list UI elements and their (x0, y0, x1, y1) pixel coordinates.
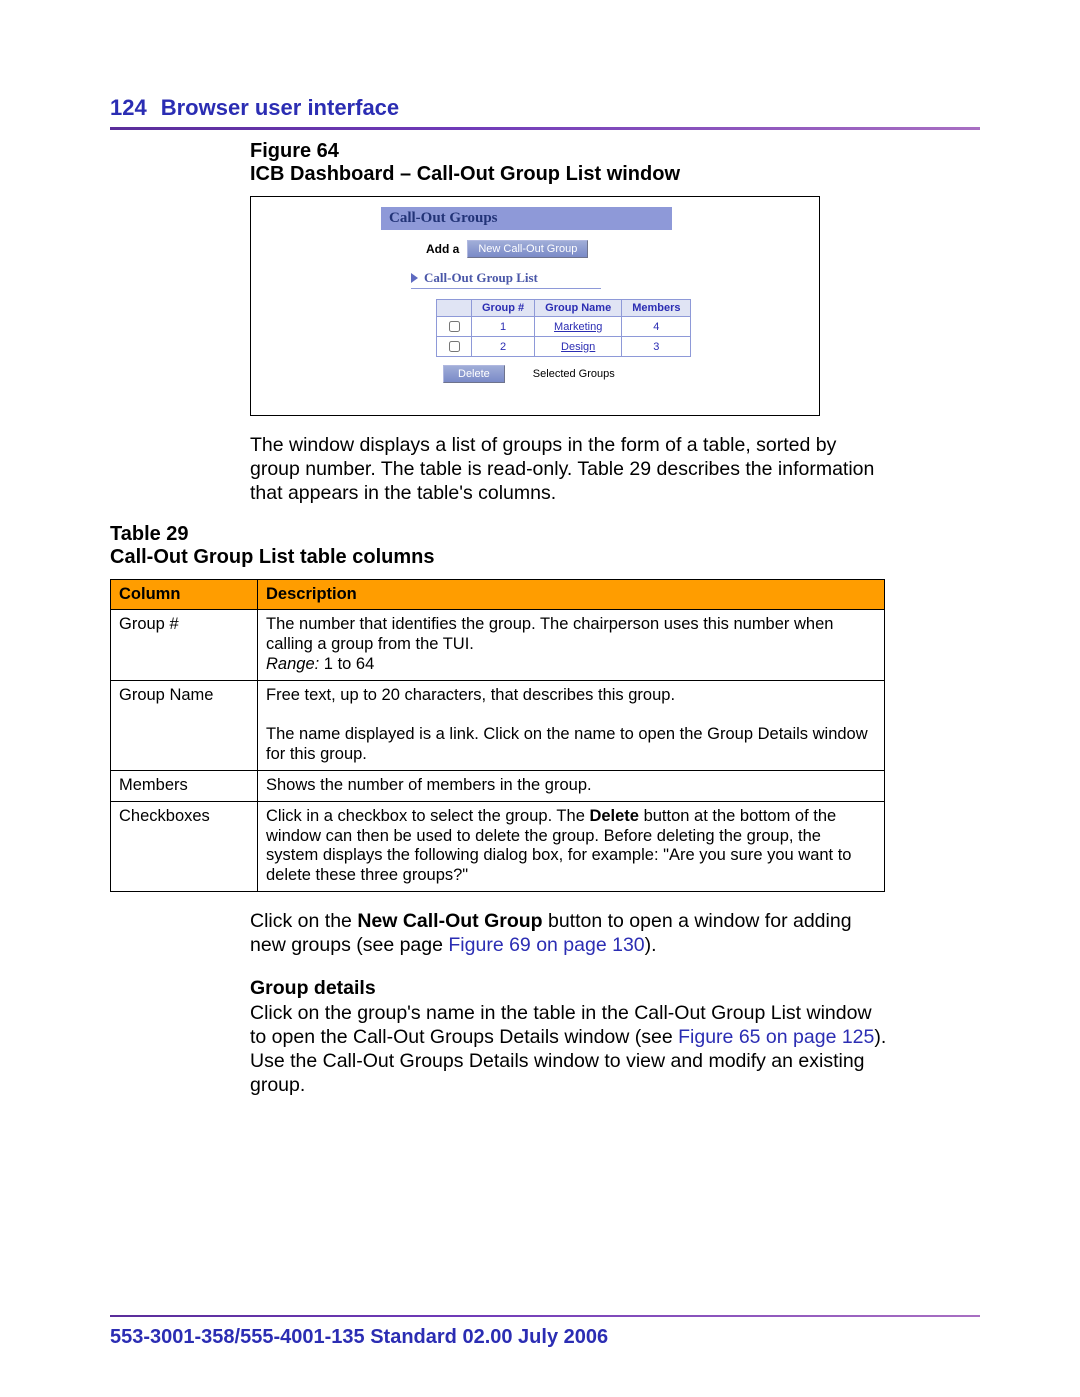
cell-col: Checkboxes (111, 801, 258, 891)
table-row: 1 Marketing 4 (437, 317, 691, 337)
row-checkbox[interactable] (449, 341, 460, 352)
row-checkbox[interactable] (449, 321, 460, 332)
col-members: Members (622, 300, 691, 317)
sub-heading: Group details (250, 977, 890, 1000)
table-row: Members Shows the number of members in t… (111, 770, 885, 801)
col-group-num: Group # (472, 300, 535, 317)
cell-num: 2 (472, 337, 535, 357)
th-description: Description (258, 580, 885, 610)
cell-num: 1 (472, 317, 535, 337)
cell-col: Group Name (111, 680, 258, 770)
figure-screenshot: Call-Out Groups Add a New Call-Out Group… (250, 196, 820, 416)
chapter-title: Browser user interface (161, 95, 399, 121)
cell-members: 4 (622, 317, 691, 337)
paragraph: Click on the New Call-Out Group button t… (250, 910, 890, 958)
panel-title: Call-Out Groups (381, 207, 672, 230)
selected-groups-label: Selected Groups (533, 368, 615, 380)
cell-desc: Free text, up to 20 characters, that des… (258, 680, 885, 770)
group-name-link[interactable]: Design (535, 337, 622, 357)
header-rule (110, 127, 980, 130)
new-callout-group-button[interactable]: New Call-Out Group (467, 240, 588, 258)
figure-title: ICB Dashboard – Call-Out Group List wind… (250, 163, 890, 186)
table-label: Table 29 (110, 523, 890, 546)
xref-link[interactable]: Figure 65 on page 125 (678, 1026, 874, 1048)
add-label: Add a (426, 242, 459, 256)
col-group-name: Group Name (535, 300, 622, 317)
delete-button[interactable]: Delete (443, 365, 505, 383)
group-list-table: Group # Group Name Members 1 Marketing 4… (436, 299, 691, 357)
list-title: Call-Out Group List (424, 270, 538, 286)
table-title: Call-Out Group List table columns (110, 546, 890, 569)
group-name-link[interactable]: Marketing (535, 317, 622, 337)
cell-desc: Click in a checkbox to select the group.… (258, 801, 885, 891)
table-row: Group Name Free text, up to 20 character… (111, 680, 885, 770)
description-table: Column Description Group # The number th… (110, 579, 885, 892)
page-header: 124 Browser user interface (110, 95, 980, 121)
cell-col: Members (111, 770, 258, 801)
col-checkbox (437, 300, 472, 317)
footer-text: 553-3001-358/555-4001-135 Standard 02.00… (110, 1326, 608, 1349)
th-column: Column (111, 580, 258, 610)
page-number: 124 (110, 95, 147, 121)
cell-desc: The number that identifies the group. Th… (258, 610, 885, 680)
cell-members: 3 (622, 337, 691, 357)
xref-link[interactable]: Figure 69 on page 130 (448, 934, 644, 956)
triangle-icon (411, 273, 418, 283)
cell-desc: Shows the number of members in the group… (258, 770, 885, 801)
paragraph: The window displays a list of groups in … (250, 434, 890, 505)
paragraph: Click on the group's name in the table i… (250, 1002, 890, 1097)
figure-label: Figure 64 (250, 140, 890, 163)
table-row: 2 Design 3 (437, 337, 691, 357)
table-row: Checkboxes Click in a checkbox to select… (111, 801, 885, 891)
table-row: Group # The number that identifies the g… (111, 610, 885, 680)
footer-rule (110, 1315, 980, 1317)
cell-col: Group # (111, 610, 258, 680)
